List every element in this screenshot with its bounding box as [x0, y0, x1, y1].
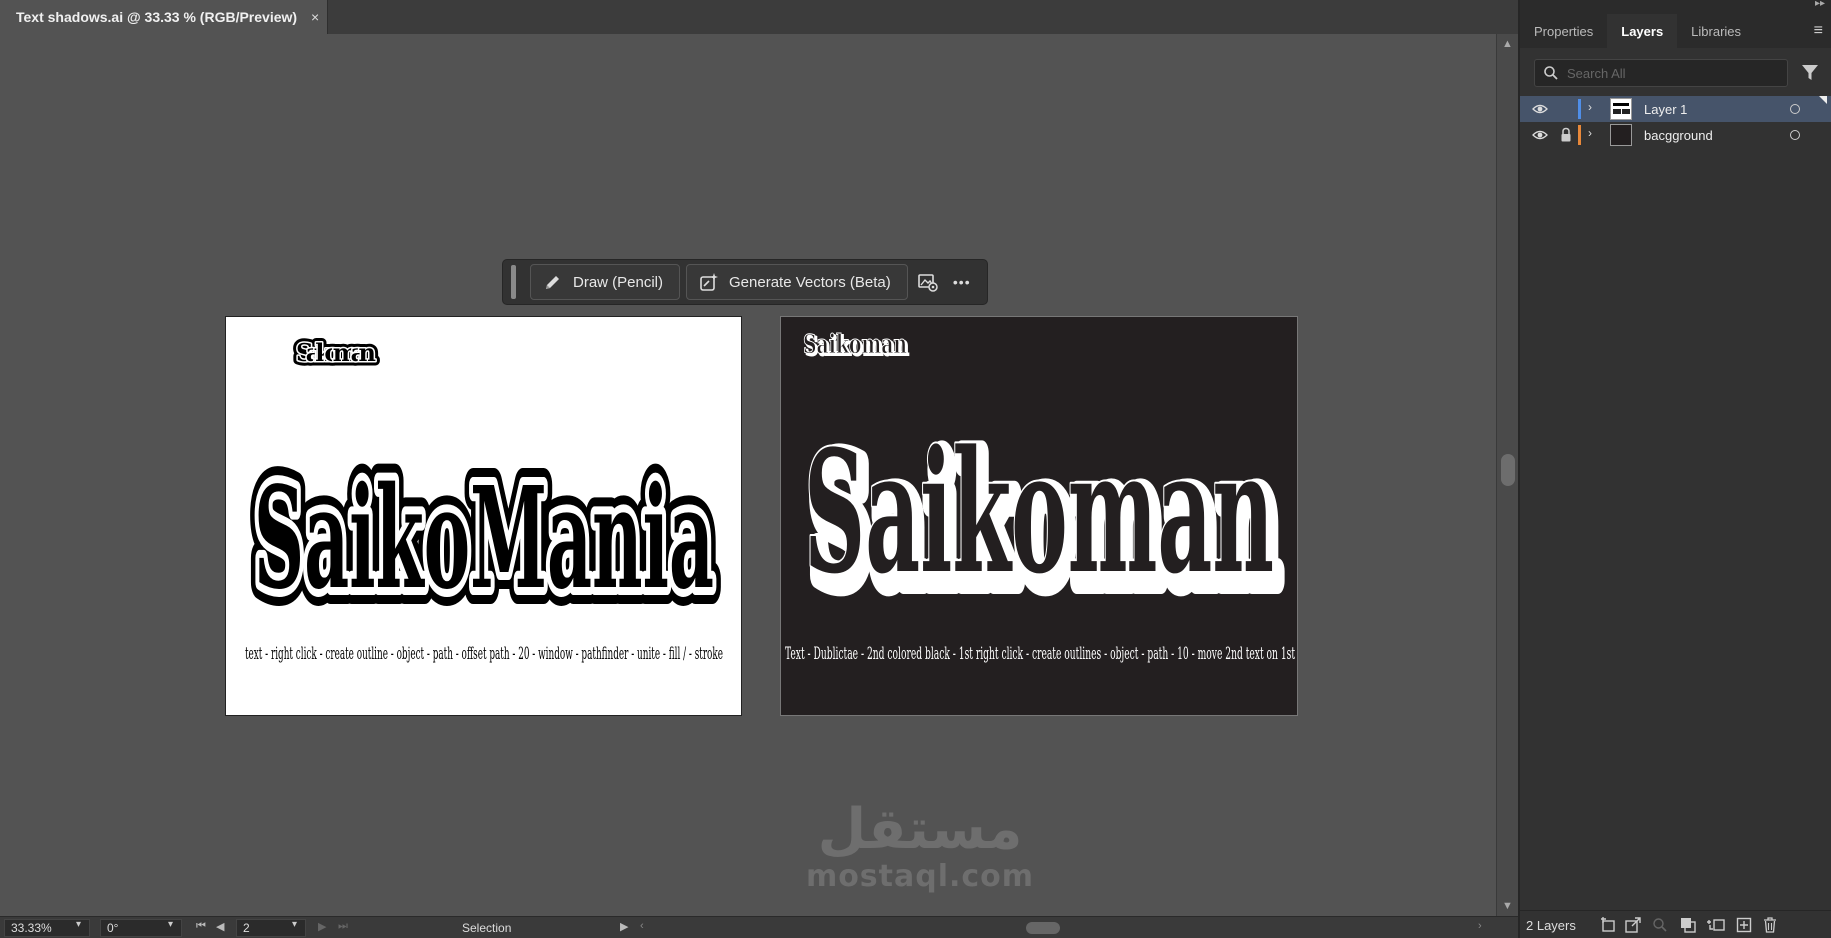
draw-pencil-label: Draw (Pencil) — [573, 273, 664, 291]
delete-layer-icon[interactable] — [1762, 917, 1778, 933]
mostaql-watermark: مستقل mostaql.com — [790, 800, 1050, 894]
layer-name[interactable]: bacgground — [1644, 128, 1713, 143]
layer-thumbnail — [1610, 124, 1632, 146]
hamburger-menu-icon[interactable]: ≡ — [1814, 22, 1823, 40]
layer-row-layer-1[interactable]: › Layer 1 — [1520, 96, 1831, 122]
taskbar-drag-handle[interactable] — [511, 265, 516, 299]
panel-header-strip: ▸▸ — [1520, 0, 1831, 14]
layer-thumbnail — [1610, 98, 1632, 120]
generate-vectors-button[interactable]: Generate Vectors (Beta) — [686, 264, 908, 300]
zoom-value: 33.33% — [11, 921, 52, 935]
layer-color-swatch — [1578, 99, 1581, 119]
rotation-dropdown-icon[interactable]: ▾ — [168, 919, 173, 930]
tab-properties-label: Properties — [1534, 23, 1594, 39]
saikomania-big-outlined-text: SaikoMania SaikoMania — [237, 440, 731, 637]
image-settings-icon[interactable] — [914, 268, 942, 296]
selection-corner-indicator — [1819, 96, 1827, 104]
layer-row-bacgground[interactable]: › bacgground — [1520, 122, 1831, 148]
tab-properties[interactable]: Properties — [1520, 14, 1607, 48]
status-menu-icon[interactable]: ▶ — [620, 920, 628, 933]
artboard-1[interactable]: Saikoman Saikoman SaikoMania SaikoMania … — [225, 316, 742, 716]
horizontal-scroll-thumb[interactable] — [1026, 922, 1060, 934]
artboard-number-value: 2 — [243, 921, 250, 935]
contextual-task-bar: Draw (Pencil) Generate Vectors (Beta) ••… — [502, 259, 988, 305]
layer-target-icon[interactable] — [1790, 130, 1800, 140]
scroll-left-icon[interactable]: ‹ — [640, 920, 644, 932]
collapse-panel-icon[interactable]: ▸▸ — [1815, 0, 1825, 9]
new-layer-icon[interactable] — [1736, 917, 1752, 933]
tab-layers-label: Layers — [1621, 23, 1664, 39]
illustrator-window: Text shadows.ai @ 33.33 % (RGB/Preview) … — [0, 0, 1831, 938]
svg-text:SaikoMania: SaikoMania — [254, 457, 714, 621]
search-icon — [1544, 66, 1558, 80]
locate-object-icon — [1653, 918, 1667, 932]
tab-libraries[interactable]: Libraries — [1677, 14, 1755, 48]
scroll-down-icon[interactable]: ▼ — [1502, 900, 1513, 912]
draw-pencil-button[interactable]: Draw (Pencil) — [530, 264, 681, 300]
generate-vectors-icon — [700, 273, 719, 291]
document-tab-bar: Text shadows.ai @ 33.33 % (RGB/Preview) … — [0, 0, 1518, 34]
eye-icon[interactable] — [1532, 102, 1548, 116]
close-icon[interactable]: × — [311, 9, 319, 25]
layers-panel: ▸▸ Properties Layers Libraries ≡ Search … — [1518, 0, 1831, 938]
next-artboard-icon[interactable]: ▶ — [318, 920, 326, 933]
eye-icon[interactable] — [1532, 128, 1548, 142]
export-icon[interactable] — [1624, 917, 1642, 933]
pencil-icon — [546, 276, 559, 289]
watermark-arabic: مستقل — [817, 797, 1023, 862]
lock-icon[interactable] — [1560, 127, 1572, 143]
panel-tabs: Properties Layers Libraries ≡ — [1520, 14, 1831, 48]
generate-vectors-label: Generate Vectors (Beta) — [729, 273, 891, 291]
layers-panel-footer: 2 Layers — [1520, 910, 1831, 938]
zoom-dropdown-icon[interactable]: ▾ — [76, 919, 81, 930]
tab-layers[interactable]: Layers — [1607, 14, 1678, 48]
last-artboard-icon[interactable]: ⏭ — [338, 920, 348, 933]
clipping-mask-icon[interactable] — [1680, 917, 1696, 933]
layers-search-box — [1534, 59, 1788, 87]
status-bar: 33.33% ▾ 0° ▾ ⏮ ◀ 2 ▾ ▶ ⏭ Selection ▶ ‹ … — [0, 916, 1518, 938]
layer-target-icon[interactable] — [1790, 104, 1800, 114]
previous-artboard-icon[interactable]: ◀ — [216, 920, 224, 933]
layer-color-swatch — [1578, 125, 1581, 145]
collect-for-export-icon[interactable] — [1600, 917, 1618, 933]
rotation-value: 0° — [107, 921, 119, 935]
svg-text:Saikoman: Saikoman — [803, 330, 907, 360]
svg-text:text - right click - create ou: text - right click - create outline - ob… — [245, 644, 723, 664]
saikoman-small-outlined-text: Saikoman Saikoman — [292, 334, 381, 372]
saikoman-big-shadow-text: Saikoman Saikoman — [797, 410, 1293, 634]
new-sublayer-icon[interactable] — [1706, 917, 1726, 933]
svg-text:Saikoman: Saikoman — [296, 338, 376, 367]
scroll-up-icon[interactable]: ▲ — [1502, 38, 1513, 50]
chevron-right-icon[interactable]: › — [1588, 126, 1592, 140]
artboard-1-caption: text - right click - create outline - ob… — [245, 644, 723, 664]
layer-name[interactable]: Layer 1 — [1644, 102, 1687, 117]
layers-search-input[interactable] — [1567, 63, 1777, 83]
filter-icon[interactable] — [1800, 62, 1820, 82]
artboard-2-caption: Text - Dublictae - 2nd colored black - 1… — [785, 644, 1295, 664]
layers-search-row — [1520, 48, 1831, 96]
tab-libraries-label: Libraries — [1691, 23, 1742, 39]
current-tool-label: Selection — [462, 921, 512, 935]
artboard-2[interactable]: Saikoman Saikoman Saikoman Saikoman Text… — [780, 316, 1298, 716]
more-options-icon[interactable]: ••• — [948, 268, 976, 296]
svg-text:Text - Dublictae - 2nd colored: Text - Dublictae - 2nd colored black - 1… — [785, 644, 1295, 664]
first-artboard-icon[interactable]: ⏮ — [196, 920, 206, 933]
canvas-vertical-scrollbar[interactable]: ▲ ▼ — [1496, 34, 1518, 916]
watermark-latin: mostaql.com — [805, 859, 1035, 894]
scroll-thumb[interactable] — [1501, 454, 1515, 486]
document-tab-title: Text shadows.ai @ 33.33 % (RGB/Preview) — [16, 9, 298, 25]
saikoman-small-shadow-text: Saikoman Saikoman — [803, 330, 911, 364]
chevron-right-icon[interactable]: › — [1588, 100, 1592, 114]
document-tab[interactable]: Text shadows.ai @ 33.33 % (RGB/Preview) … — [0, 0, 328, 34]
layer-count: 2 Layers — [1526, 918, 1576, 933]
scroll-right-icon[interactable]: › — [1478, 920, 1482, 932]
svg-text:Saikoman: Saikoman — [804, 413, 1274, 611]
artboard-dropdown-icon[interactable]: ▾ — [292, 919, 297, 930]
